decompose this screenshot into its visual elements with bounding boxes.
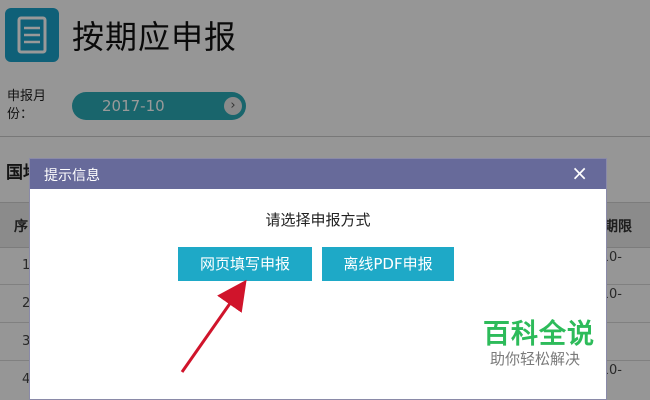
dialog-title: 提示信息 bbox=[44, 168, 100, 184]
watermark-logo: 百科全说 助你轻松解决 bbox=[480, 312, 606, 372]
dialog-prompt: 请选择申报方式 bbox=[265, 211, 371, 229]
web-declare-button[interactable]: 网页填写申报 bbox=[178, 247, 312, 281]
watermark-subtitle: 助你轻松解决 bbox=[490, 350, 581, 368]
offline-pdf-declare-button[interactable]: 离线PDF申报 bbox=[322, 247, 454, 281]
close-icon[interactable]: × bbox=[571, 162, 588, 184]
watermark-title: 百科全说 bbox=[483, 319, 595, 350]
dialog-header: 提示信息 × bbox=[30, 159, 606, 189]
